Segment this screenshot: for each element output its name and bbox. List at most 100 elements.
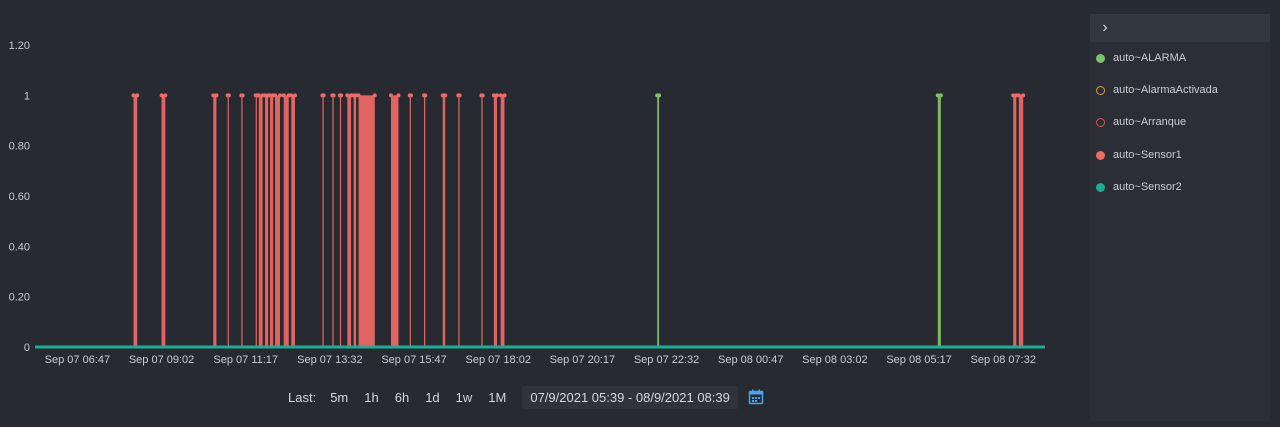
pulse-bar xyxy=(937,95,941,347)
pulse-bar xyxy=(291,95,295,347)
y-tick-label: 1 xyxy=(24,90,30,102)
x-tick-label: Sep 08 03:02 xyxy=(802,354,867,366)
range-button-1M[interactable]: 1M xyxy=(488,390,506,405)
data-point xyxy=(278,93,283,98)
data-point xyxy=(443,93,448,98)
x-tick-label: Sep 07 20:17 xyxy=(550,354,615,366)
pulse-bar xyxy=(270,95,274,347)
x-tick-label: Sep 07 06:47 xyxy=(45,354,110,366)
pulse-bar xyxy=(133,95,138,347)
chevron-right-icon[interactable]: › xyxy=(1096,19,1114,37)
y-tick-label: 0 xyxy=(24,342,30,354)
pulse-bar xyxy=(161,95,166,347)
data-point xyxy=(396,93,401,98)
pulse-bar xyxy=(255,95,257,347)
legend-dot-icon xyxy=(1096,85,1105,95)
y-tick-label: 0.80 xyxy=(9,141,30,153)
legend-item-sensor1[interactable]: auto~Sensor1 xyxy=(1096,146,1182,164)
legend-item-label: auto~Sensor2 xyxy=(1113,181,1182,193)
data-point xyxy=(498,93,503,98)
data-point xyxy=(339,93,344,98)
range-button-1w[interactable]: 1w xyxy=(456,390,473,405)
legend-item-label: auto~AlarmaActivada xyxy=(1113,84,1218,96)
x-tick-label: Sep 07 18:02 xyxy=(466,354,531,366)
legend-header: › xyxy=(1090,14,1270,42)
data-point xyxy=(214,93,219,98)
data-point xyxy=(281,93,286,98)
data-point xyxy=(345,93,350,98)
data-point xyxy=(256,93,261,98)
pulse-bar xyxy=(481,95,483,347)
x-tick-label: Sep 08 05:17 xyxy=(886,354,951,366)
y-tick-label: 1.20 xyxy=(9,40,30,52)
legend-dot-icon xyxy=(1096,150,1105,160)
y-tick-label: 0.20 xyxy=(9,292,30,304)
data-point xyxy=(408,93,413,98)
pulse-bar xyxy=(657,95,660,347)
data-point xyxy=(457,93,462,98)
data-point xyxy=(480,93,485,98)
x-tick-label: Sep 07 22:32 xyxy=(634,354,699,366)
pulse-bar xyxy=(347,95,352,347)
legend-dot-icon xyxy=(1096,182,1105,192)
y-tick-label: 0.40 xyxy=(9,241,30,253)
pulse-bar xyxy=(409,95,411,347)
time-range-bar: Last: 5m 1h 6h 1d 1w 1M 07/9/2021 05:39 … xyxy=(288,384,764,410)
pulse-bar xyxy=(353,95,357,347)
pulse-bar xyxy=(493,95,497,347)
data-point xyxy=(292,93,297,98)
data-point xyxy=(372,93,377,98)
pulse-bar xyxy=(358,95,375,347)
chart-area: 0 0.20 0.40 0.60 0.80 1 1.20 Sep 07 06:47 Sep 07… xyxy=(0,0,1070,380)
range-button-5m[interactable]: 5m xyxy=(330,390,348,405)
x-tick-label: Sep 07 09:02 xyxy=(129,354,194,366)
last-label: Last: xyxy=(288,389,317,405)
legend-item-label: auto~ALARMA xyxy=(1113,52,1187,64)
data-point xyxy=(502,93,507,98)
range-button-1h[interactable]: 1h xyxy=(364,390,378,405)
x-tick-label: Sep 07 13:32 xyxy=(297,354,362,366)
pulse-bar xyxy=(213,95,217,347)
range-button-1d[interactable]: 1d xyxy=(425,390,439,405)
pulse-bar xyxy=(500,95,505,347)
x-tick-label: Sep 08 00:47 xyxy=(718,354,783,366)
x-tick-label: Sep 08 07:32 xyxy=(971,354,1036,366)
data-point xyxy=(240,93,245,98)
legend-item-sensor2[interactable]: auto~Sensor2 xyxy=(1096,178,1182,196)
data-point xyxy=(135,93,140,98)
calendar-icon[interactable] xyxy=(748,389,764,405)
pulse-bar xyxy=(390,95,399,347)
data-point xyxy=(289,93,294,98)
legend-dot-icon xyxy=(1096,53,1105,63)
date-range-display[interactable]: 07/9/2021 05:39 - 08/9/2021 08:39 xyxy=(522,385,738,409)
timeseries-chart: 0 0.20 0.40 0.60 0.80 1 1.20 Sep 07 06:47 Sep 07… xyxy=(9,40,1045,366)
x-tick-label: Sep 07 11:17 xyxy=(213,354,278,366)
range-button-6h[interactable]: 6h xyxy=(395,390,409,405)
legend-item-label: auto~Sensor1 xyxy=(1113,149,1182,161)
legend-item-alarmaactivada[interactable]: auto~AlarmaActivada xyxy=(1096,81,1218,99)
data-point xyxy=(131,93,136,98)
pulse-bar xyxy=(283,95,289,347)
data-point xyxy=(388,93,393,98)
pulse-bar xyxy=(332,95,334,347)
pulse-bar xyxy=(265,95,269,347)
data-point xyxy=(423,93,428,98)
legend-item-alarma[interactable]: auto~ALARMA xyxy=(1096,49,1186,67)
data-point xyxy=(159,93,164,98)
pulse-bar xyxy=(339,95,342,347)
data-point xyxy=(356,93,361,98)
data-point xyxy=(331,93,336,98)
data-point xyxy=(938,93,943,98)
pulse-bar xyxy=(1018,95,1024,347)
data-point xyxy=(226,93,231,98)
data-point xyxy=(163,93,168,98)
pulse-bar xyxy=(424,95,426,347)
pulse-bar xyxy=(275,95,281,347)
legend-item-arranque[interactable]: auto~Arranque xyxy=(1096,113,1186,131)
legend-item-label: auto~Arranque xyxy=(1113,116,1187,128)
pulse-bar xyxy=(458,95,460,347)
data-point xyxy=(273,93,278,98)
data-point xyxy=(657,93,662,98)
data-point xyxy=(1016,93,1021,98)
legend-panel: › auto~ALARMA auto~AlarmaActivada auto~A… xyxy=(1090,14,1270,421)
